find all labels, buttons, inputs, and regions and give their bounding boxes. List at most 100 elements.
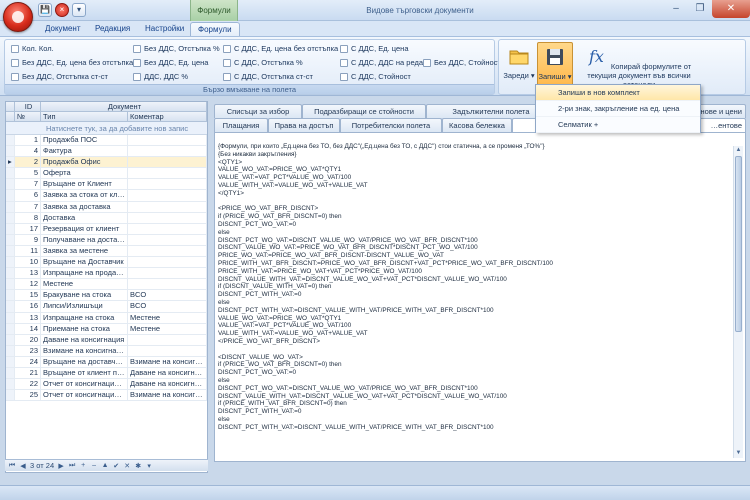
row-indicator[interactable] — [6, 268, 15, 279]
minimize-button[interactable]: – — [664, 0, 688, 18]
cell-id[interactable]: 14 — [15, 323, 41, 334]
cell-comment[interactable]: BCO — [128, 301, 207, 312]
maximize-button[interactable]: ❐ — [688, 0, 712, 18]
add-record-icon[interactable]: + — [79, 462, 87, 469]
cell-type[interactable]: Връщане от Клиент — [41, 179, 128, 190]
save-record-icon[interactable]: ✔ — [112, 462, 120, 470]
table-row[interactable]: 15 Бракуване на стока BCO — [6, 290, 207, 302]
cell-id[interactable]: 12 — [15, 279, 41, 290]
close-document-icon[interactable]: × — [55, 3, 69, 17]
row-indicator[interactable] — [6, 356, 15, 367]
cell-id[interactable]: 20 — [15, 334, 41, 345]
cell-type[interactable]: Получаване на доставк... — [41, 234, 128, 245]
table-row[interactable]: 7 Връщане от Клиент — [6, 179, 207, 191]
row-indicator[interactable] — [6, 290, 15, 301]
row-indicator[interactable] — [6, 312, 15, 323]
cell-id[interactable]: 7 — [15, 179, 41, 190]
cell-comment[interactable]: Даване на консигнация — [128, 379, 207, 390]
cell-id[interactable]: 11 — [15, 245, 41, 257]
table-row[interactable]: 21 Връщане от клиент при... Даване на конс… — [6, 367, 207, 380]
cell-id[interactable]: 8 — [15, 212, 41, 223]
table-row[interactable]: 8 Доставка — [6, 212, 207, 224]
cell-id[interactable]: 13 — [15, 268, 41, 279]
refresh-icon[interactable]: ✱ — [134, 462, 142, 470]
cell-type[interactable]: Доставка — [41, 212, 128, 223]
cancel-record-icon[interactable]: ✕ — [123, 462, 131, 470]
scroll-thumb[interactable] — [735, 156, 742, 332]
row-indicator[interactable] — [6, 135, 15, 146]
cell-comment[interactable] — [128, 157, 207, 168]
row-indicator[interactable] — [6, 279, 15, 290]
header-document[interactable]: Документ — [41, 102, 207, 111]
panel-splitter[interactable] — [208, 101, 213, 473]
cell-comment[interactable] — [128, 234, 207, 245]
vertical-scrollbar[interactable]: ▲ ▼ — [733, 146, 743, 458]
row-indicator[interactable] — [6, 190, 15, 201]
table-row[interactable]: 25 Отчет от консигнация ... Взимане на кон… — [6, 390, 207, 402]
field-price-wo-vat[interactable]: Без ДДС, Ед. цена — [133, 57, 208, 69]
tab-edit[interactable]: Редакция — [88, 22, 137, 36]
cell-id[interactable]: 23 — [15, 345, 41, 356]
tab-settings[interactable]: Настройки — [138, 22, 191, 36]
cell-type[interactable]: Бракуване на стока — [41, 290, 128, 301]
cell-id[interactable]: 2 — [15, 157, 41, 168]
table-row[interactable]: 1 Продажба ПОС — [6, 135, 207, 147]
cell-id[interactable]: 4 — [15, 146, 41, 157]
save-menu-button[interactable]: Запиши ▾ — [537, 42, 573, 86]
new-record-row[interactable]: Натиснете тук, за да добавите нов запис — [6, 122, 207, 135]
formula-text[interactable]: {Формули, при които „Ед.цена без ТО, без… — [218, 143, 733, 461]
tab-payments[interactable]: Плащания — [214, 118, 268, 132]
row-indicator[interactable] — [6, 168, 15, 179]
cell-type[interactable]: Местене — [41, 279, 128, 290]
tab-default-values[interactable]: Подразбиращи се стойности — [302, 104, 426, 118]
cell-type[interactable]: Изпращане на стока — [41, 312, 128, 323]
cell-comment[interactable] — [128, 223, 207, 234]
cell-id[interactable]: 24 — [15, 356, 41, 367]
cell-id[interactable]: 5 — [15, 168, 41, 179]
row-indicator[interactable]: ▸ — [6, 157, 15, 168]
header-number[interactable]: № — [15, 112, 41, 121]
cell-comment[interactable]: Даване на консигнация — [128, 367, 207, 379]
header-id[interactable]: ID — [15, 102, 41, 111]
cell-comment[interactable] — [128, 190, 207, 201]
cell-comment[interactable] — [128, 146, 207, 157]
cell-type[interactable]: Заявка за доставка — [41, 201, 128, 212]
row-indicator[interactable] — [6, 379, 15, 390]
cell-comment[interactable] — [128, 135, 207, 146]
cell-type[interactable]: Връщане на доставчик ... — [41, 356, 128, 367]
tab-document[interactable]: Документ — [38, 22, 88, 36]
cell-id[interactable]: 10 — [15, 257, 41, 268]
field-price-with-vat[interactable]: С ДДС, Ед. цена — [340, 43, 408, 55]
cell-id[interactable]: 15 — [15, 290, 41, 301]
table-row[interactable]: 13 Изпращане на продажба — [6, 268, 207, 280]
cell-type[interactable]: Продажба Офис — [41, 157, 128, 168]
cell-id[interactable]: 21 — [15, 367, 41, 379]
scroll-down-icon[interactable]: ▼ — [734, 449, 743, 458]
table-row[interactable]: ▸ 2 Продажба Офис — [6, 157, 207, 169]
tab-formulas[interactable]: Формули — [190, 22, 240, 36]
cell-id[interactable]: 6 — [15, 190, 41, 201]
cell-comment[interactable]: BCO — [128, 290, 207, 301]
table-row[interactable]: 12 Местене — [6, 279, 207, 291]
edit-record-icon[interactable]: ▲ — [101, 462, 109, 469]
cell-type[interactable]: Заявка за стока от кли... — [41, 190, 128, 201]
tab-access-rights[interactable]: Права на достъп — [268, 118, 340, 132]
field-price-bfr-discount-wo-vat[interactable]: Без ДДС, Ед. цена без отстъпка — [11, 57, 133, 69]
cell-type[interactable]: Изпращане на продажба — [41, 268, 128, 279]
field-discount-pct-with-vat[interactable]: С ДДС, Отстъпка % — [223, 57, 303, 69]
cell-comment[interactable] — [128, 212, 207, 223]
table-row[interactable]: 24 Връщане на доставчик ... Взимане на кон… — [6, 356, 207, 368]
menu-item-selmatic[interactable]: Селматик + — [536, 117, 700, 133]
cell-type[interactable]: Връщане на Доставчик — [41, 257, 128, 268]
cell-comment[interactable] — [128, 179, 207, 190]
row-indicator[interactable] — [6, 212, 15, 223]
cell-type[interactable]: Взимане на консигнация — [41, 345, 128, 356]
last-record-icon[interactable]: ⏭ — [68, 462, 76, 470]
cell-comment[interactable]: Взимане на консигнация — [128, 356, 207, 367]
cell-comment[interactable]: Местене — [128, 312, 207, 323]
cell-type[interactable]: Оферта — [41, 168, 128, 179]
menu-item-rounding-2nd-digit[interactable]: 2-ри знак, закръгление на ед. цена — [536, 101, 700, 117]
field-line-vat[interactable]: С ДДС, ДДС на реда — [340, 57, 423, 69]
row-indicator[interactable] — [6, 234, 15, 245]
cell-id[interactable]: 9 — [15, 234, 41, 245]
